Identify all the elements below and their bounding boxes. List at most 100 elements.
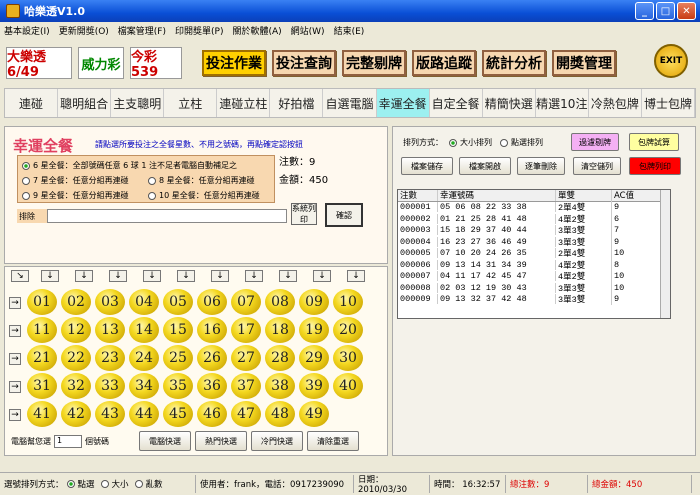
ball-06[interactable]: 06 [197,289,227,315]
menu-update[interactable]: 更新開獎(O) [59,24,109,37]
ball-48[interactable]: 48 [265,401,295,427]
tab-partner[interactable]: 好拍檔 [270,89,324,117]
lotto649-logo[interactable]: 大樂透 6/49 [6,47,72,80]
column-select-icon[interactable]: ↓ [279,270,297,282]
column-select-icon[interactable]: ↓ [109,270,127,282]
tab-select-10[interactable]: 精選10注 [536,89,589,117]
ball-05[interactable]: 05 [163,289,193,315]
radio-icon[interactable] [134,479,143,488]
tab-lianpeng[interactable]: 連碰 [5,89,59,117]
ball-10[interactable]: 10 [333,289,363,315]
ball-41[interactable]: 41 [27,401,57,427]
ball-44[interactable]: 44 [129,401,159,427]
menu-print[interactable]: 印開獎單(P) [175,24,223,37]
ball-29[interactable]: 29 [299,345,329,371]
radio-icon[interactable] [500,138,508,147]
ball-47[interactable]: 47 [231,401,261,427]
ball-22[interactable]: 22 [61,345,91,371]
ball-49[interactable]: 49 [299,401,329,427]
row-select-icon[interactable]: → [9,297,21,309]
row-select-icon[interactable]: → [9,409,21,421]
tab-lianpeng-pillar[interactable]: 連碰立柱 [217,89,271,117]
ball-25[interactable]: 25 [163,345,193,371]
menu-about[interactable]: 關於軟體(A) [232,24,281,37]
close-button[interactable]: ✕ [677,2,696,20]
menu-settings[interactable]: 基本設定(I) [4,24,50,37]
radio-icon[interactable] [449,138,457,147]
ball-36[interactable]: 36 [197,373,227,399]
ball-12[interactable]: 12 [61,317,91,343]
opt-7star[interactable]: 7 星全餐：任意分組再連碰 [22,175,129,186]
maximize-button[interactable]: □ [656,2,675,20]
radio-icon[interactable] [66,479,75,488]
column-select-icon[interactable]: ↓ [245,270,263,282]
ball-37[interactable]: 37 [231,373,261,399]
ball-34[interactable]: 34 [129,373,159,399]
tab-auto-pick[interactable]: 自選電腦 [323,89,377,117]
confirm-button[interactable]: 確認 [325,203,363,227]
opt-9star[interactable]: 9 星全餐：任意分組再連碰 [22,190,129,201]
tab-custom-full[interactable]: 自定全餐 [430,89,483,117]
ball-23[interactable]: 23 [95,345,125,371]
ball-11[interactable]: 11 [27,317,57,343]
sort-click[interactable]: 點選排列 [511,137,543,148]
ball-45[interactable]: 45 [163,401,193,427]
query-button[interactable]: 投注查詢 [272,50,336,76]
stats-button[interactable]: 統計分析 [482,50,546,76]
table-row[interactable]: 000008 02 03 12 19 30 43 3單3雙 10 [398,281,670,294]
ball-40[interactable]: 40 [333,373,363,399]
ball-30[interactable]: 30 [333,345,363,371]
ball-16[interactable]: 16 [197,317,227,343]
draw-manage-button[interactable]: 開獎管理 [552,50,616,76]
ball-18[interactable]: 18 [265,317,295,343]
ball-21[interactable]: 21 [27,345,57,371]
opt-8star[interactable]: 8 星全餐：任意分組再連碰 [148,175,255,186]
ball-31[interactable]: 31 [27,373,57,399]
exit-button[interactable]: EXIT [654,44,688,78]
ball-33[interactable]: 33 [95,373,125,399]
ball-04[interactable]: 04 [129,289,159,315]
minimize-button[interactable]: _ [635,2,654,20]
ball-35[interactable]: 35 [163,373,193,399]
table-row[interactable]: 000006 09 13 14 31 34 39 4單2雙 8 [398,258,670,271]
ball-46[interactable]: 46 [197,401,227,427]
table-row[interactable]: 000002 01 21 25 28 41 48 4單2雙 6 [398,212,670,225]
column-select-icon[interactable]: ↓ [313,270,331,282]
table-row[interactable]: 000009 09 13 32 37 42 48 3單3雙 9 [398,293,670,306]
ball-14[interactable]: 14 [129,317,159,343]
open-file-button[interactable]: 檔案開啟 [459,157,511,175]
pick-count-select[interactable]: 1 [54,435,82,448]
column-select-icon[interactable]: ↓ [211,270,229,282]
table-row[interactable]: 000005 07 10 20 24 26 35 2單4雙 10 [398,247,670,260]
menu-file[interactable]: 檔案管理(F) [118,24,166,37]
tab-doctor[interactable]: 博士包牌 [642,89,696,117]
ball-20[interactable]: 20 [333,317,363,343]
track-button[interactable]: 版路追蹤 [412,50,476,76]
sort-size[interactable]: 大小排列 [460,137,492,148]
menu-website[interactable]: 網站(W) [291,24,325,37]
table-row[interactable]: 000004 16 23 27 36 46 49 3單3雙 9 [398,235,670,248]
column-select-icon[interactable]: ↓ [41,270,59,282]
ball-02[interactable]: 02 [61,289,91,315]
row-select-icon[interactable]: → [9,381,21,393]
ball-09[interactable]: 09 [299,289,329,315]
opt-6star[interactable]: 6 星全餐：全部號碼任意 6 球 1 注不足者電腦自動補足之 [22,160,237,171]
ball-07[interactable]: 07 [231,289,261,315]
calc-button[interactable]: 包牌試算 [629,133,679,151]
sys-print-button[interactable]: 系統列印 [291,203,317,225]
delete-row-button[interactable]: 逐筆刪除 [517,157,565,175]
column-select-icon[interactable]: ↓ [347,270,365,282]
menu-exit[interactable]: 結束(E) [334,24,365,37]
table-scrollbar[interactable] [660,190,670,318]
ball-15[interactable]: 15 [163,317,193,343]
ball-24[interactable]: 24 [129,345,159,371]
ball-17[interactable]: 17 [231,317,261,343]
column-select-icon[interactable]: ↓ [75,270,93,282]
ball-26[interactable]: 26 [197,345,227,371]
tab-hot-cold[interactable]: 冷熱包牌 [589,89,642,117]
cold-pick-button[interactable]: 冷門快選 [251,431,303,451]
clear-reset-button[interactable]: 清除重選 [307,431,359,451]
ball-19[interactable]: 19 [299,317,329,343]
clear-list-button[interactable]: 清空儲列 [573,157,621,175]
ball-08[interactable]: 08 [265,289,295,315]
